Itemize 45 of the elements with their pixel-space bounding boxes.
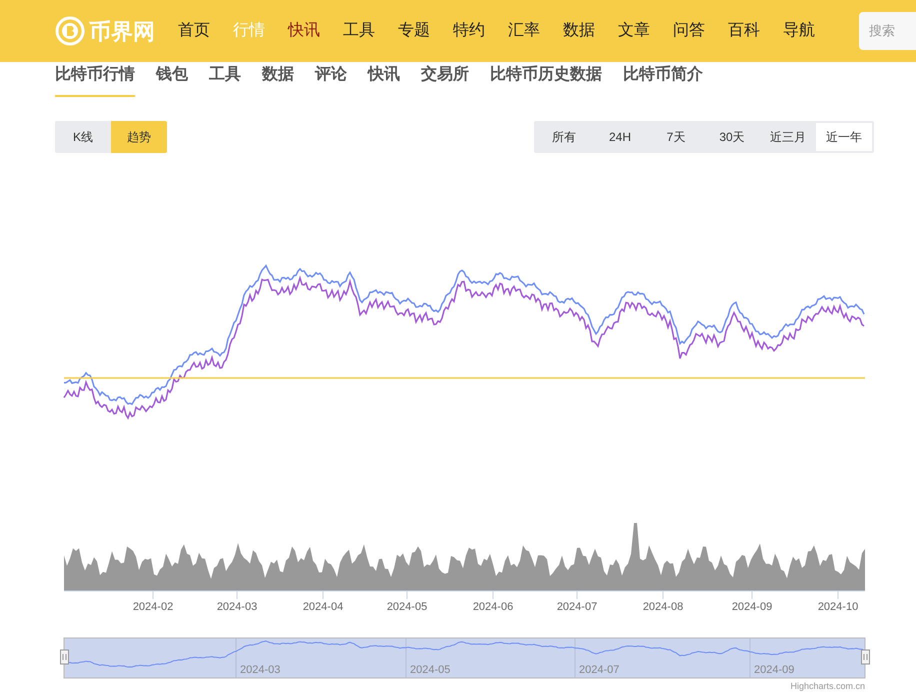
sub-nav-tab[interactable]: 比特币简介 [623,62,703,97]
nav-link[interactable]: 导航 [783,19,815,43]
axis-label: 2024-09 [732,601,772,613]
chart-type-button[interactable]: 趋势 [111,121,167,153]
range-button[interactable]: 24H [592,123,648,151]
navigator-label: 2024-09 [754,664,794,676]
axis-label: 2024-05 [386,601,428,613]
axis-label: 2024-02 [132,601,174,613]
navigator-handle[interactable] [60,650,69,664]
nav-link[interactable]: 特约 [453,19,485,43]
sub-nav-tab[interactable]: 数据 [262,62,294,97]
range-button[interactable]: 所有 [536,123,592,151]
range-button[interactable]: 7天 [648,123,704,151]
axis-label: 2024-06 [472,601,514,613]
axis-label: 2024-10 [818,601,858,613]
axis-label: 2024-08 [642,601,684,613]
logo-text: 币界网 [89,18,155,46]
navigator-label: 2024-05 [410,664,450,676]
nav-link[interactable]: 快讯 [288,19,320,43]
axis-label: 2024-04 [302,601,344,613]
sub-nav-tab[interactable]: 评论 [315,62,347,97]
navigator-handle[interactable] [861,650,870,664]
nav-link[interactable]: 百科 [728,19,760,43]
nav-link[interactable]: 问答 [673,19,705,43]
nav-link[interactable]: 数据 [563,19,595,43]
nav-link[interactable]: 文章 [618,19,650,43]
axis-label: 2024-07 [556,601,598,613]
sub-nav-tab[interactable]: 比特币历史数据 [490,62,602,97]
sub-nav-tab[interactable]: 比特币行情 [55,62,135,97]
nav-link[interactable]: 汇率 [508,19,540,43]
nav-link[interactable]: 首页 [178,19,210,43]
navigator-label: 2024-03 [240,664,280,676]
nav-link[interactable]: 专题 [398,19,430,43]
sub-nav-tab[interactable]: 工具 [209,62,241,97]
chart-type-button[interactable]: K线 [55,121,111,153]
range-button[interactable]: 近一年 [816,123,872,151]
sub-nav-tab[interactable]: 钱包 [156,62,188,97]
coin-icon [55,16,85,46]
navigator-label: 2024-07 [579,664,620,676]
nav-link[interactable]: 工具 [343,19,375,43]
sub-nav-tab[interactable]: 快讯 [368,62,400,97]
axis-label: 2024-03 [216,601,258,613]
range-button[interactable]: 近三月 [760,123,816,151]
range-button[interactable]: 30天 [704,123,760,151]
sub-nav-tab[interactable]: 交易所 [421,62,469,97]
